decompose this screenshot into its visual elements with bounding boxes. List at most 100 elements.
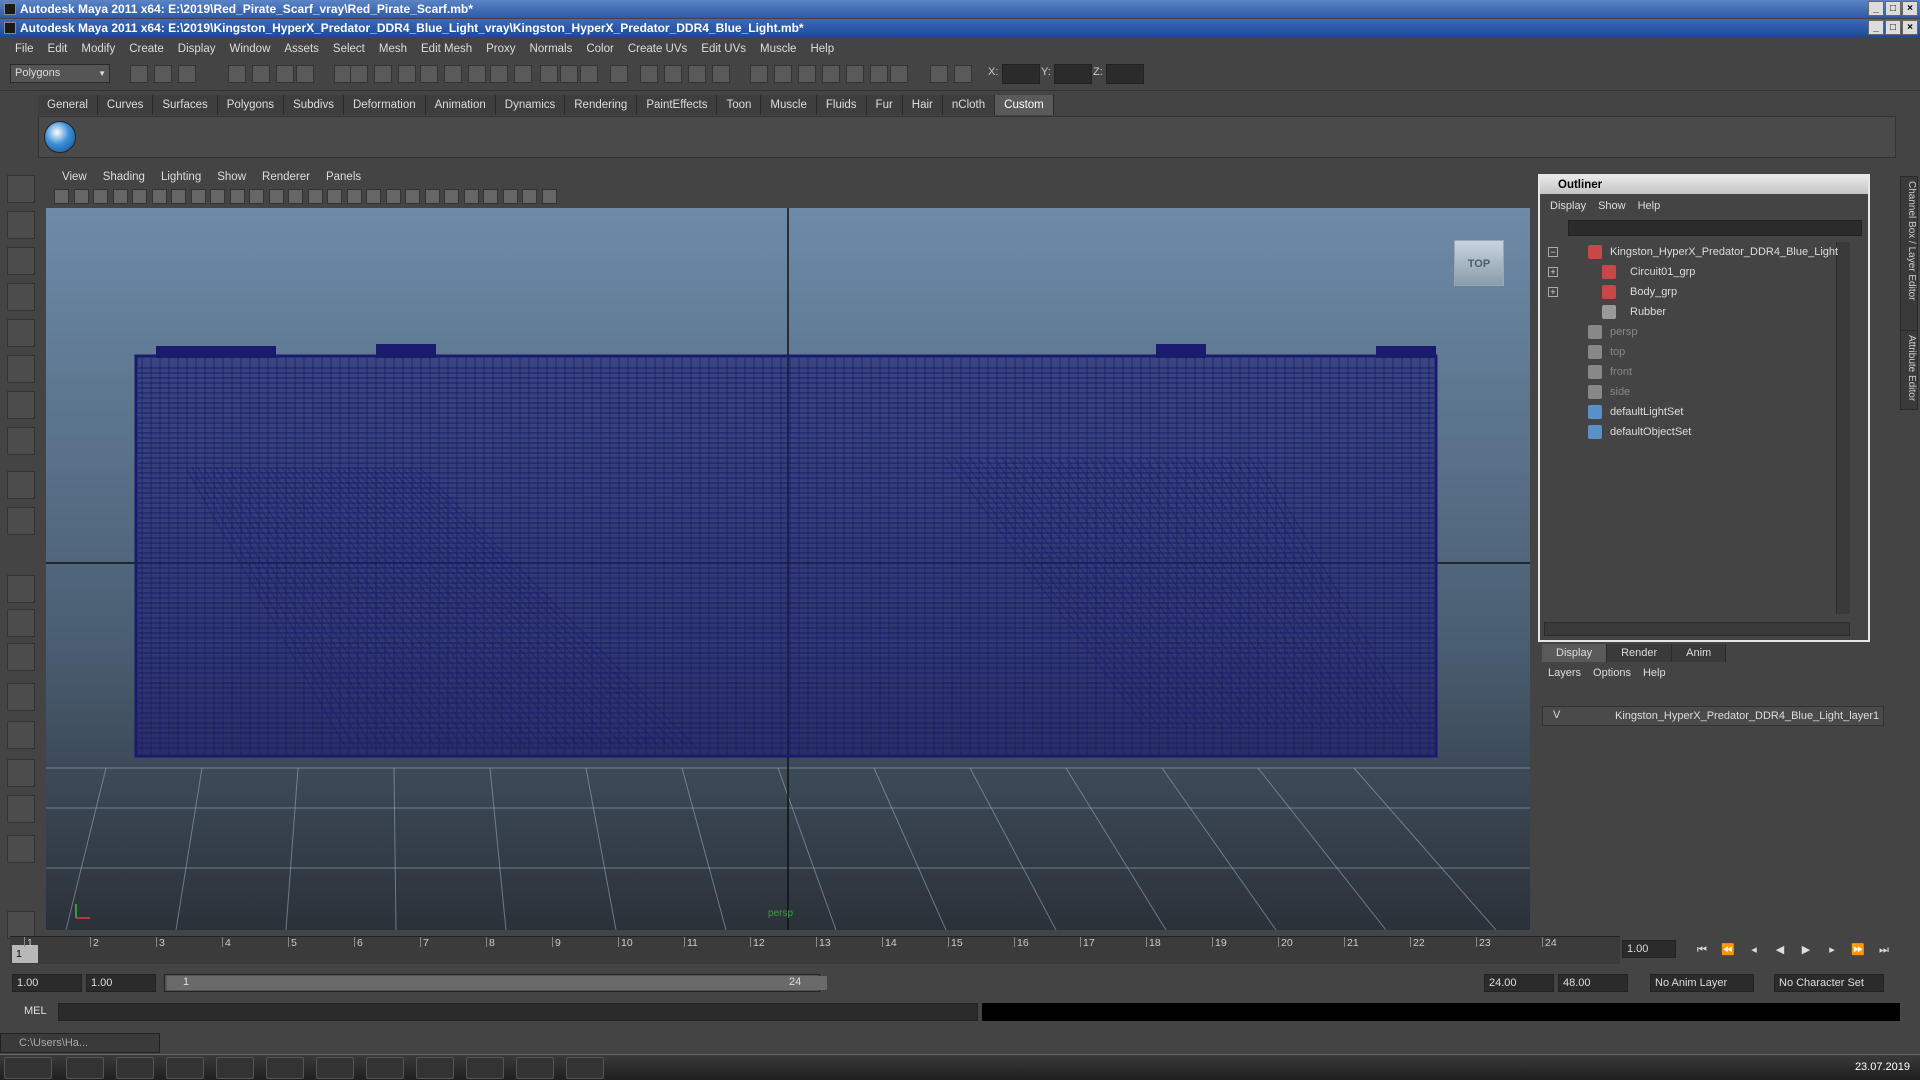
status-tool-icon[interactable]: [870, 65, 888, 83]
outliner-menu-help[interactable]: Help: [1632, 197, 1667, 215]
toolbox-tool-icon[interactable]: [7, 759, 35, 787]
status-tool-icon[interactable]: [490, 65, 508, 83]
taskbar-app-icon[interactable]: [316, 1057, 354, 1079]
outliner-menu-display[interactable]: Display: [1544, 197, 1592, 215]
taskbar-app-icon[interactable]: [166, 1057, 204, 1079]
layer-menu-options[interactable]: Options: [1587, 664, 1637, 682]
viewport-tool-icon[interactable]: [366, 189, 381, 204]
menu-edit[interactable]: Edit: [41, 43, 75, 55]
shelf-tab-painteffects[interactable]: PaintEffects: [637, 95, 718, 115]
menu-proxy[interactable]: Proxy: [479, 43, 522, 55]
expand-toggle-icon[interactable]: +: [1548, 287, 1558, 297]
range-slider[interactable]: 1 24: [164, 974, 827, 992]
shelf-tab-animation[interactable]: Animation: [425, 95, 496, 115]
taskbar-app-icon[interactable]: [516, 1057, 554, 1079]
toolbox-tool-icon[interactable]: [7, 609, 35, 637]
outliner-item[interactable]: + Circuit01_grp: [1544, 262, 1850, 282]
viewport-tool-icon[interactable]: [405, 189, 420, 204]
maximize-icon[interactable]: □: [1885, 1, 1901, 16]
view-cube[interactable]: TOP: [1454, 240, 1504, 286]
status-tool-icon[interactable]: [276, 65, 294, 83]
expand-toggle-icon[interactable]: −: [1548, 247, 1558, 257]
status-tool-icon[interactable]: [712, 65, 730, 83]
step-back-frame-icon[interactable]: ◂: [1746, 942, 1762, 958]
step-forward-key-icon[interactable]: ⏩: [1850, 942, 1866, 958]
viewport-tool-icon[interactable]: [210, 189, 225, 204]
attribute-editor-side-tab[interactable]: Attribute Editor: [1900, 330, 1918, 410]
status-tool-icon[interactable]: [846, 65, 864, 83]
anim-end-field[interactable]: 48.00: [1558, 974, 1628, 992]
status-tool-icon[interactable]: [398, 65, 416, 83]
viewport-tool-icon[interactable]: [541, 189, 557, 204]
status-tool-icon[interactable]: [350, 65, 368, 83]
viewport-menu-renderer[interactable]: Renderer: [254, 168, 318, 186]
viewport-tool-icon[interactable]: [171, 189, 186, 204]
step-back-key-icon[interactable]: ⏪: [1720, 942, 1736, 958]
step-forward-frame-icon[interactable]: ▸: [1824, 942, 1840, 958]
menu-color[interactable]: Color: [579, 43, 620, 55]
close-icon[interactable]: ×: [1902, 20, 1918, 35]
custom-shelf-button[interactable]: [44, 121, 76, 153]
shelf-tab-muscle[interactable]: Muscle: [761, 95, 817, 115]
viewport-tool-icon[interactable]: [346, 189, 362, 204]
layer-tab-render[interactable]: Render: [1607, 644, 1673, 662]
status-tool-icon[interactable]: [154, 65, 172, 83]
layer-menu-help[interactable]: Help: [1637, 664, 1672, 682]
taskbar-app-icon[interactable]: [116, 1057, 154, 1079]
viewport-tool-icon[interactable]: [307, 189, 323, 204]
status-tool-icon[interactable]: [822, 65, 840, 83]
shelf-tab-fluids[interactable]: Fluids: [816, 95, 867, 115]
taskbar-app-icon[interactable]: [466, 1057, 504, 1079]
anim-start-field[interactable]: 1.00: [12, 974, 82, 992]
menu-assets[interactable]: Assets: [277, 43, 326, 55]
mel-label[interactable]: MEL: [24, 1005, 47, 1017]
status-tool-icon[interactable]: [798, 65, 816, 83]
toolbox-tool-icon[interactable]: [7, 283, 35, 311]
shelf-tab-toon[interactable]: Toon: [717, 95, 762, 115]
status-tool-icon[interactable]: [444, 65, 462, 83]
time-slider[interactable]: 1 1 2 3 4 5 6 7 8 9 10 11 12 13 14 15 16 17 18 19 20 21 22 23 2…: [10, 936, 1620, 964]
viewport-tool-icon[interactable]: [54, 189, 69, 204]
toolbox-tool-icon[interactable]: [7, 643, 35, 671]
menu-create-uvs[interactable]: Create UVs: [621, 43, 694, 55]
viewport-menu-show[interactable]: Show: [209, 168, 254, 186]
shelf-tab-general[interactable]: General: [38, 95, 98, 115]
go-to-end-icon[interactable]: ⏭: [1876, 942, 1892, 958]
taskbar-app-icon[interactable]: [66, 1057, 104, 1079]
toolbox-tool-icon[interactable]: [7, 247, 35, 275]
viewport-tool-icon[interactable]: [444, 189, 459, 204]
minimize-icon[interactable]: _: [1868, 1, 1884, 16]
outliner-item[interactable]: + Body_grp: [1544, 282, 1850, 302]
toolbox-tool-icon[interactable]: [7, 795, 35, 823]
viewport-tool-icon[interactable]: [327, 189, 342, 204]
menu-create[interactable]: Create: [122, 43, 171, 55]
playback-start-field[interactable]: 1.00: [86, 974, 156, 992]
viewport-tool-icon[interactable]: [502, 189, 518, 204]
toolbox-tool-icon[interactable]: [7, 391, 35, 419]
status-tool-icon[interactable]: [252, 65, 270, 83]
outliner-item[interactable]: top: [1544, 342, 1850, 362]
status-tool-icon[interactable]: [688, 65, 706, 83]
toolbox-tool-icon[interactable]: [7, 319, 35, 347]
current-frame-marker[interactable]: 1: [12, 945, 38, 963]
status-tool-icon[interactable]: [750, 65, 768, 83]
viewport-tool-icon[interactable]: [73, 189, 89, 204]
shelf-tab-dynamics[interactable]: Dynamics: [495, 95, 566, 115]
viewport-tool-icon[interactable]: [268, 189, 284, 204]
status-tool-icon[interactable]: [228, 65, 246, 83]
status-tool-icon[interactable]: [468, 65, 486, 83]
outliner-hscroll[interactable]: [1544, 622, 1850, 636]
toolbox-tool-icon[interactable]: [7, 683, 35, 711]
play-forward-icon[interactable]: ▶: [1798, 942, 1814, 958]
viewport-tool-icon[interactable]: [229, 189, 245, 204]
layer-menu-layers[interactable]: Layers: [1542, 664, 1587, 682]
menu-edit-uvs[interactable]: Edit UVs: [694, 43, 753, 55]
start-button[interactable]: [4, 1057, 52, 1079]
toolbox-tool-icon[interactable]: [7, 211, 35, 239]
character-set-select[interactable]: No Character Set: [1774, 974, 1884, 992]
menu-display[interactable]: Display: [171, 43, 223, 55]
shelf-tab-curves[interactable]: Curves: [97, 95, 154, 115]
shelf-tab-fur[interactable]: Fur: [866, 95, 903, 115]
viewport-tool-icon[interactable]: [463, 189, 479, 204]
status-tool-icon[interactable]: [664, 65, 682, 83]
